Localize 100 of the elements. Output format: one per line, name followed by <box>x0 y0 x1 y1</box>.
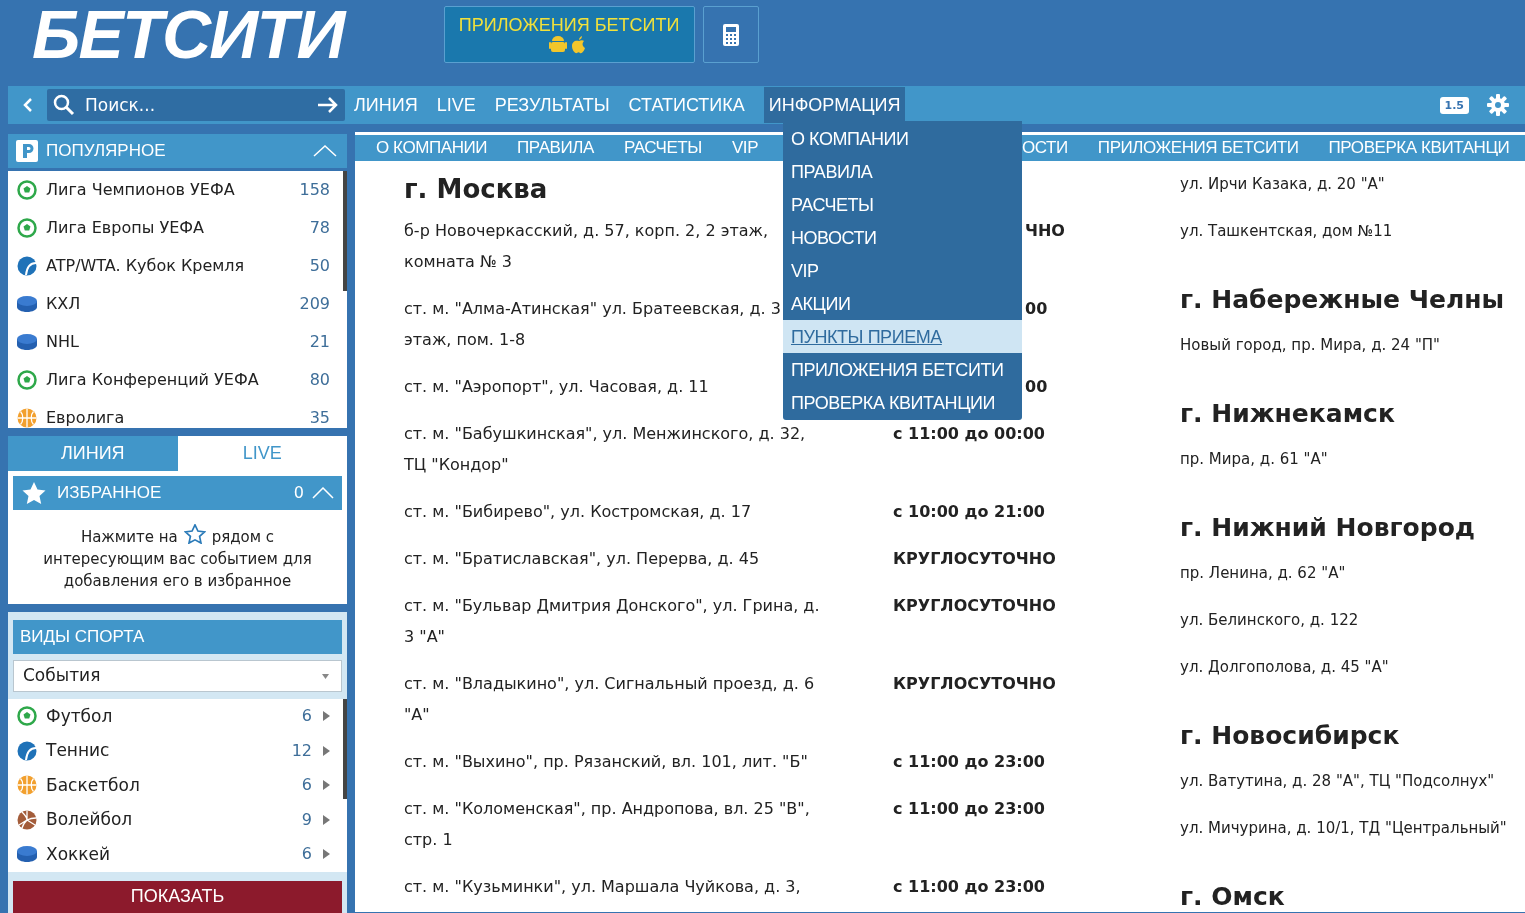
sport-link[interactable]: Волейбол <box>46 807 133 833</box>
nav-tab[interactable]: СТАТИСТИКА <box>628 87 745 123</box>
caret-right-icon[interactable] <box>323 814 330 825</box>
address-text: ст. м. "Аэропорт", ул. Часовая, д. 11 <box>404 375 709 398</box>
hint-text: интересующим вас событием для добавления его в избранное <box>42 549 313 592</box>
hours-text: КРУГЛОСУТОЧНО <box>893 594 1056 617</box>
arrow-right-icon[interactable] <box>317 96 339 114</box>
event-count: 158 <box>299 179 330 201</box>
league-link[interactable]: Лига Чемпионов УЕФА <box>46 178 235 202</box>
address-text: ст. м. "Бабушкинская", ул. Менжинского, д. 32, ТЦ "Кондор" <box>404 422 806 476</box>
address-text: б-р Новочеркасский, д. 57, корп. 2, 2 этаж, комната № 3 <box>404 219 769 273</box>
caret-right-icon[interactable] <box>323 745 330 756</box>
search-field[interactable]: Поиск... <box>47 89 345 121</box>
menu-item[interactable]: РАСЧЕТЫ <box>783 188 1022 221</box>
address-text: ст. м. "Владыкино", ул. Сигнальный проезд, д. 6 "А" <box>404 672 815 726</box>
events-select[interactable]: События <box>13 660 342 692</box>
event-count: 6 <box>301 774 312 797</box>
nav-tab[interactable]: ЛИНИЯ <box>354 87 418 123</box>
menu-item[interactable]: АКЦИИ <box>783 287 1022 320</box>
hours-text: с 11:00 до 23:00 <box>893 750 1045 773</box>
chevron-left-icon <box>22 97 33 113</box>
address-text: ст. м. "Бульвар Дмитрия Донского", ул. Грина, д. 3 "А" <box>404 594 820 648</box>
caret-right-icon[interactable] <box>323 780 330 791</box>
section-header: ВИДЫ СПОРТА <box>13 620 342 654</box>
puck-icon <box>17 846 37 863</box>
address-text: ст. м. "Бибирево", ул. Костромская, д. 17 <box>404 500 752 523</box>
nav-tab[interactable]: РЕЗУЛЬТАТЫ <box>494 87 610 123</box>
league-link[interactable]: NHL <box>46 330 79 354</box>
soccer-ball-icon <box>17 180 37 200</box>
star-icon <box>21 481 47 505</box>
section-header[interactable]: ПОПУЛЯРНОЕ <box>8 134 347 168</box>
caret-right-icon[interactable] <box>323 711 330 722</box>
p-icon <box>16 140 38 162</box>
league-link[interactable]: КХЛ <box>46 292 81 316</box>
sport-link[interactable]: Баскетбол <box>46 772 140 798</box>
sport-link[interactable]: Хоккей <box>46 841 111 867</box>
soccer-ball-icon <box>17 706 37 727</box>
show-button[interactable]: ПОКАЗАТЬ <box>13 880 342 913</box>
subnav-link[interactable]: ПРАВИЛА <box>517 135 594 161</box>
league-link[interactable]: ATP/WTA. Кубок Кремля <box>46 254 245 278</box>
league-link[interactable]: Лига Европы УЕФА <box>46 216 204 240</box>
address-text: пр. Ленина, д. 62 "А" <box>1180 562 1346 584</box>
menu-item[interactable]: НОВОСТИ <box>783 221 1022 254</box>
favorites-count: 0 <box>293 482 304 504</box>
menu-item[interactable]: О КОМПАНИИ <box>783 122 1022 155</box>
sport-link[interactable]: Футбол <box>46 703 113 729</box>
sidebar-tab[interactable]: LIVE <box>177 436 347 471</box>
address-text: ст. м. "Коломенская", пр. Андропова, вл. 25 "В", стр. 1 <box>404 797 810 851</box>
event-count: 35 <box>309 407 330 428</box>
sport-link[interactable]: Теннис <box>46 738 110 764</box>
caret-right-icon[interactable] <box>323 849 330 860</box>
address-text: ул. Ватутина, д. 28 "А", ТЦ "Подсолнух" <box>1180 770 1495 792</box>
volleyball-icon <box>17 809 37 830</box>
address-text: ст. м. "Выхино", пр. Рязанский, вл. 101, лит. "Б" <box>404 750 808 773</box>
chevron-up-icon[interactable] <box>313 145 337 157</box>
city-heading: г. Нижний Новгород <box>1180 511 1475 544</box>
menu-item[interactable]: VIP <box>783 254 1022 287</box>
scrollbar[interactable] <box>343 699 347 799</box>
hours-text: с 11:00 до 23:00 <box>893 797 1045 820</box>
menu-item[interactable]: ПУНКТЫ ПРИЕМА <box>783 320 1022 353</box>
league-link[interactable]: Лига Конференций УЕФА <box>46 368 259 392</box>
event-count: 6 <box>301 705 312 728</box>
event-count: 80 <box>309 369 330 391</box>
hours-text: КРУГЛОСУТОЧНО <box>893 547 1056 570</box>
subnav-link[interactable]: О КОМПАНИИ <box>376 135 488 161</box>
chevron-up-icon[interactable] <box>312 487 334 499</box>
settings-icon[interactable] <box>1487 94 1509 116</box>
subnav-link[interactable]: VIP <box>731 135 759 161</box>
city-heading: г. Новосибирск <box>1180 719 1400 752</box>
menu-item[interactable]: ПРАВИЛА <box>783 155 1022 188</box>
sidebar-tab[interactable]: ЛИНИЯ <box>8 436 178 471</box>
address-text: ул. Ташкентская, дом №11 <box>1180 220 1393 242</box>
puck-icon <box>17 334 37 350</box>
address-text: ст. м. "Алма-Атинская" ул. Братеевская, д. 3 этаж, пом. 1-8 <box>404 297 781 351</box>
event-count: 9 <box>301 808 312 831</box>
event-count: 50 <box>309 255 330 277</box>
scrollbar[interactable] <box>343 171 347 291</box>
calculator-icon <box>722 23 739 46</box>
odds-format-badge[interactable]: 1.5 <box>1439 96 1469 114</box>
event-count: 12 <box>291 739 312 762</box>
puck-icon <box>17 296 37 312</box>
calculator-button[interactable] <box>702 6 759 63</box>
subnav-link[interactable]: ОСТИ <box>1022 135 1068 161</box>
nav-tab[interactable]: LIVE <box>436 87 476 123</box>
subnav-link[interactable]: ПРОВЕРКА КВИТАНЦИ <box>1328 135 1510 161</box>
hours-text: 00 <box>1025 297 1048 320</box>
city-heading: г. Омск <box>1180 880 1285 912</box>
hint-text: рядом с <box>211 527 275 548</box>
address-text: ул. Мичурина, д. 10/1, ТД "Центральный" <box>1180 817 1507 839</box>
subnav-link[interactable]: ПРИЛОЖЕНИЯ БЕТСИТИ <box>1097 135 1299 161</box>
menu-item[interactable]: ПРИЛОЖЕНИЯ БЕТСИТИ <box>783 353 1022 386</box>
event-count: 21 <box>309 331 330 353</box>
section-title: ПОПУЛЯРНОЕ <box>46 140 166 163</box>
apps-button[interactable]: ПРИЛОЖЕНИЯ БЕТСИТИ <box>443 6 695 63</box>
subnav-link[interactable]: РАСЧЕТЫ <box>623 135 702 161</box>
address-text: ул. Ирчи Казака, д. 20 "А" <box>1180 173 1385 195</box>
league-link[interactable]: Евролига <box>46 406 125 428</box>
nav-tab[interactable]: ИНФОРМАЦИЯ <box>763 87 906 123</box>
favorites-header[interactable]: ИЗБРАННОЕ 0 <box>13 476 342 510</box>
menu-item[interactable]: ПРОВЕРКА КВИТАНЦИИ <box>783 386 1022 419</box>
